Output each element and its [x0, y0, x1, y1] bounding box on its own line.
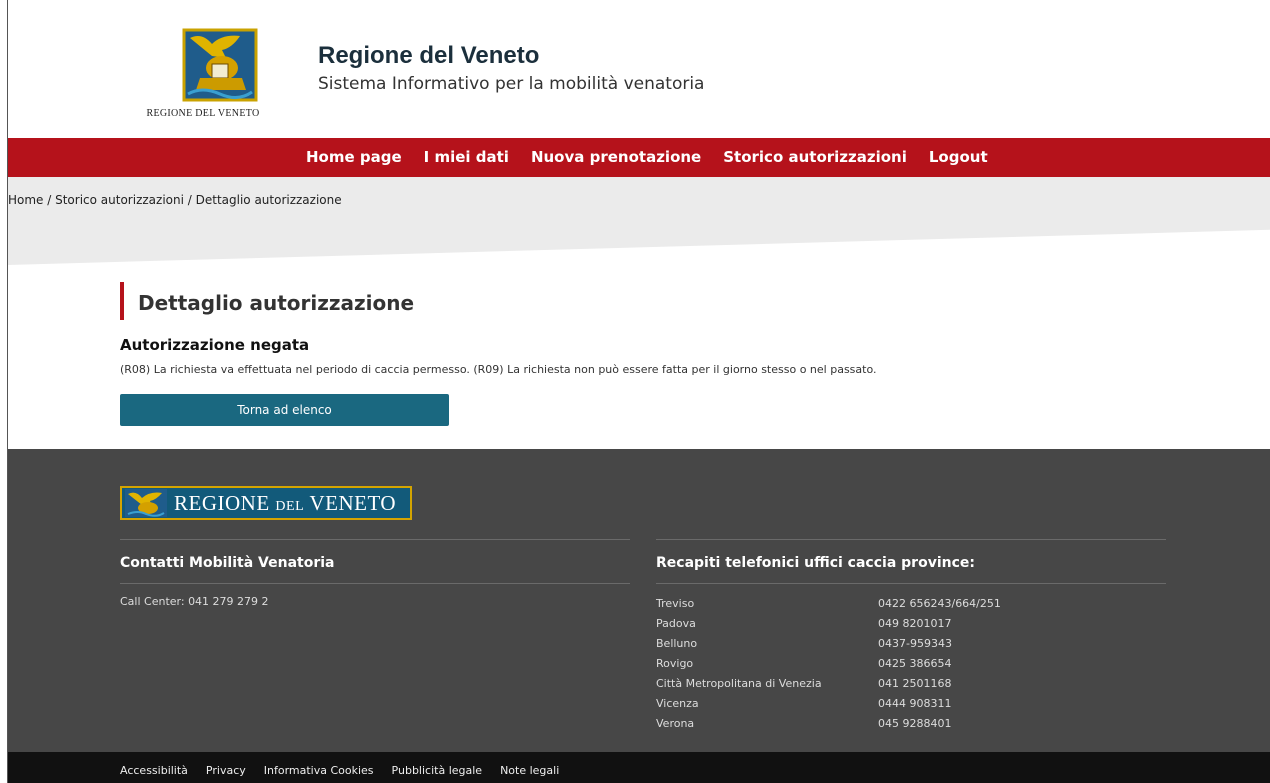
phone-number: 0425 386654	[878, 657, 952, 670]
table-row: Padova 049 8201017	[656, 614, 1001, 634]
page: REGIONE DEL VENETO Regione del Veneto Si…	[7, 0, 1270, 783]
region-logo[interactable]: REGIONE DEL VENETO	[118, 24, 288, 124]
nav-item-my-data[interactable]: I miei dati	[424, 138, 509, 177]
page-title-block: Dettaglio autorizzazione	[120, 282, 414, 320]
breadcrumb-separator: /	[183, 193, 196, 207]
status-title: Autorizzazione negata	[120, 336, 310, 354]
breadcrumb: Home / Storico autorizzazioni / Dettagli…	[8, 193, 342, 207]
nav-item-logout[interactable]: Logout	[929, 138, 988, 177]
province: Città Metropolitana di Venezia	[656, 677, 822, 690]
link-privacy[interactable]: Privacy	[206, 752, 246, 783]
phone-number: 049 8201017	[878, 617, 952, 630]
phone-number: 041 2501168	[878, 677, 952, 690]
site-subtitle: Sistema Informativo per la mobilità vena…	[318, 74, 705, 94]
table-row: Verona 045 9288401	[656, 714, 1001, 734]
link-legal-advertising[interactable]: Pubblicità legale	[392, 752, 483, 783]
breadcrumb-current: Dettaglio autorizzazione	[195, 193, 342, 207]
province: Padova	[656, 617, 696, 630]
footer-logo-word-3: VENETO	[309, 490, 397, 515]
main-nav: Home page I miei dati Nuova prenotazione…	[8, 138, 1270, 177]
footer-logo-text: REGIONE DEL VENETO	[174, 491, 396, 516]
back-to-list-button[interactable]: Torna ad elenco	[120, 394, 449, 426]
contacts-title: Contatti Mobilità Venatoria	[120, 540, 630, 584]
footer-logo-word-2: DEL	[275, 498, 305, 514]
breadcrumb-separator: /	[43, 193, 56, 207]
phone-number: 0437-959343	[878, 637, 952, 650]
table-row: Rovigo 0425 386654	[656, 654, 1001, 674]
lion-crest-icon	[182, 28, 258, 102]
page-title: Dettaglio autorizzazione	[138, 291, 415, 315]
phones-column: Recapiti telefonici uffici caccia provin…	[656, 539, 1166, 734]
province: Treviso	[656, 597, 695, 610]
table-row: Treviso 0422 656243/664/251	[656, 594, 1001, 614]
province: Belluno	[656, 637, 698, 650]
breadcrumb-band	[8, 177, 1270, 265]
table-row: Città Metropolitana di Venezia 041 250116…	[656, 674, 1001, 694]
province: Rovigo	[656, 657, 694, 670]
site-header: REGIONE DEL VENETO Regione del Veneto Si…	[8, 0, 1270, 138]
lion-crest-icon	[125, 489, 167, 517]
province: Verona	[656, 717, 695, 730]
footer-logo[interactable]: REGIONE DEL VENETO	[120, 486, 412, 520]
contacts-column: Contatti Mobilità Venatoria Call Center:…	[120, 539, 630, 608]
breadcrumb-history[interactable]: Storico autorizzazioni	[55, 193, 184, 207]
breadcrumb-home[interactable]: Home	[8, 193, 43, 207]
link-accessibility[interactable]: Accessibilità	[120, 752, 188, 783]
phone-number: 0444 908311	[878, 697, 952, 710]
legal-links-bar: Accessibilità Privacy Informativa Cookie…	[8, 752, 1270, 783]
phones-table: Treviso 0422 656243/664/251 Padova 049 820…	[656, 594, 1001, 734]
phones-title: Recapiti telefonici uffici caccia provin…	[656, 540, 1166, 584]
nav-item-home[interactable]: Home page	[306, 138, 402, 177]
logo-caption: REGIONE DEL VENETO	[146, 108, 260, 119]
link-cookies[interactable]: Informativa Cookies	[264, 752, 374, 783]
table-row: Vicenza 0444 908311	[656, 694, 1001, 714]
site-title: Regione del Veneto	[318, 42, 540, 69]
site-footer: REGIONE DEL VENETO Contatti Mobilità Ven…	[8, 449, 1270, 752]
table-row: Belluno 0437-959343	[656, 634, 1001, 654]
phone-number: 0422 656243/664/251	[878, 597, 1001, 610]
nav-item-new-booking[interactable]: Nuova prenotazione	[531, 138, 701, 177]
status-message: (R08) La richiesta va effettuata nel per…	[120, 363, 877, 376]
call-center: Call Center: 041 279 279 2	[120, 595, 269, 608]
link-legal-notes[interactable]: Note legali	[500, 752, 559, 783]
footer-logo-word-1: REGIONE	[174, 490, 270, 515]
province: Vicenza	[656, 697, 699, 710]
phone-number: 045 9288401	[878, 717, 952, 730]
nav-item-authorization-history[interactable]: Storico autorizzazioni	[723, 138, 907, 177]
